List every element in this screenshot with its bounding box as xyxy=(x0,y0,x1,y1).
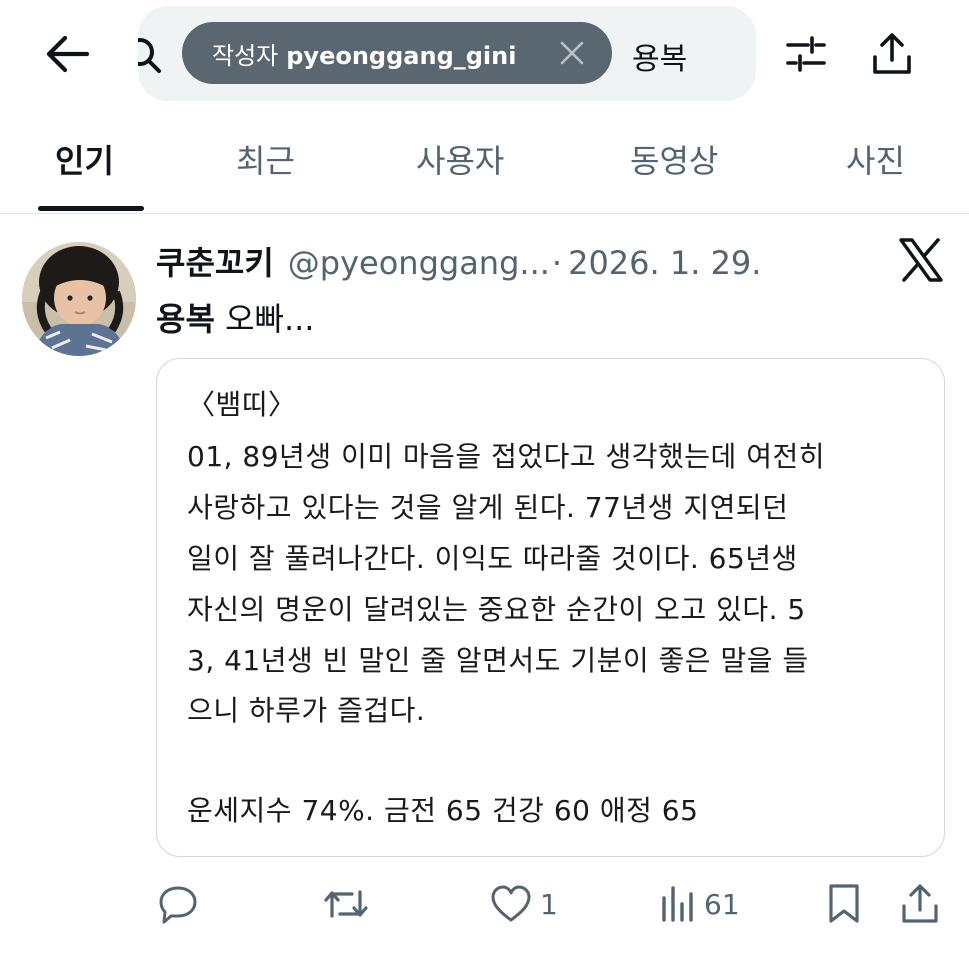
bookmark-button[interactable] xyxy=(826,880,862,928)
search-box[interactable]: 작성자 pyeonggang_gini 용복 xyxy=(138,6,756,101)
views-button[interactable]: 61 xyxy=(660,880,740,928)
share-post-button[interactable] xyxy=(900,880,940,928)
bookmark-icon xyxy=(829,884,859,923)
chip-prefix: 작성자 xyxy=(212,41,279,70)
top-bar: 작성자 pyeonggang_gini 용복 xyxy=(0,0,969,110)
card-line: 자신의 명운이 달려있는 중요한 순간이 오고 있다. 5 xyxy=(187,593,806,626)
like-button[interactable]: 1 xyxy=(490,880,558,928)
user-handle[interactable]: @pyeonggang... xyxy=(288,244,550,282)
tab-videos[interactable]: 동영상 xyxy=(630,136,718,182)
card-line: 으니 하루가 즐겁다. xyxy=(187,694,426,727)
tab-recent[interactable]: 최근 xyxy=(236,136,295,182)
tab-users[interactable]: 사용자 xyxy=(416,136,504,182)
reply-button[interactable] xyxy=(158,880,206,928)
views-icon xyxy=(662,886,693,922)
chip-username: pyeonggang_gini xyxy=(286,41,517,70)
repost-icon xyxy=(324,890,368,918)
search-author-chip[interactable]: 작성자 pyeonggang_gini xyxy=(182,22,612,84)
close-icon[interactable] xyxy=(558,39,586,67)
search-icon xyxy=(138,38,161,73)
search-tabs: 인기 최근 사용자 동영상 사진 xyxy=(0,110,969,214)
x-logo-icon xyxy=(899,238,943,282)
share-icon[interactable] xyxy=(870,30,914,78)
card-line: 01, 89년생 이미 마음을 접었다고 생각했는데 여전히 xyxy=(187,440,826,473)
post-text-card[interactable]: 〈뱀띠〉 01, 89년생 이미 마음을 접었다고 생각했는데 여전히 사랑하고… xyxy=(156,358,945,857)
heart-icon xyxy=(491,885,531,922)
views-count: 61 xyxy=(704,887,740,921)
search-input[interactable]: 용복 xyxy=(632,34,687,78)
card-line: 3, 41년생 빈 말인 줄 알면서도 기분이 좋은 말을 들 xyxy=(187,644,809,677)
tab-photos[interactable]: 사진 xyxy=(846,136,905,182)
like-count: 1 xyxy=(540,887,558,921)
reply-icon xyxy=(159,886,197,924)
post-text-highlight: 용복 xyxy=(156,300,215,338)
repost-button[interactable] xyxy=(324,880,376,928)
separator-dot: · xyxy=(551,244,563,282)
tab-popular[interactable]: 인기 xyxy=(55,136,114,182)
share-icon xyxy=(902,884,938,923)
active-tab-indicator xyxy=(38,206,144,211)
back-button[interactable] xyxy=(38,28,94,80)
card-line: 사랑하고 있다는 것을 알게 된다. 77년생 지연되던 xyxy=(187,491,789,524)
post-header: 쿠춘꼬키 @pyeonggang... · 2026. 1. 29. xyxy=(156,238,761,284)
post-text-rest: 오빠... xyxy=(214,300,315,338)
post-text: 용복 오빠... xyxy=(156,294,314,340)
display-name[interactable]: 쿠춘꼬키 xyxy=(156,238,274,284)
card-line: 일이 잘 풀려나간다. 이익도 따라줄 것이다. 65년생 xyxy=(187,542,798,575)
sliders-icon[interactable] xyxy=(784,32,828,76)
avatar[interactable] xyxy=(22,242,136,356)
post-date[interactable]: 2026. 1. 29. xyxy=(568,244,761,282)
arrow-left-icon xyxy=(46,35,89,73)
chip-label: 작성자 pyeonggang_gini xyxy=(212,36,516,71)
card-line: 〈뱀띠〉 xyxy=(187,388,297,421)
card-line: 운세지수 74%. 금전 65 건강 60 애정 65 xyxy=(187,794,699,827)
avatar-image xyxy=(22,242,136,356)
